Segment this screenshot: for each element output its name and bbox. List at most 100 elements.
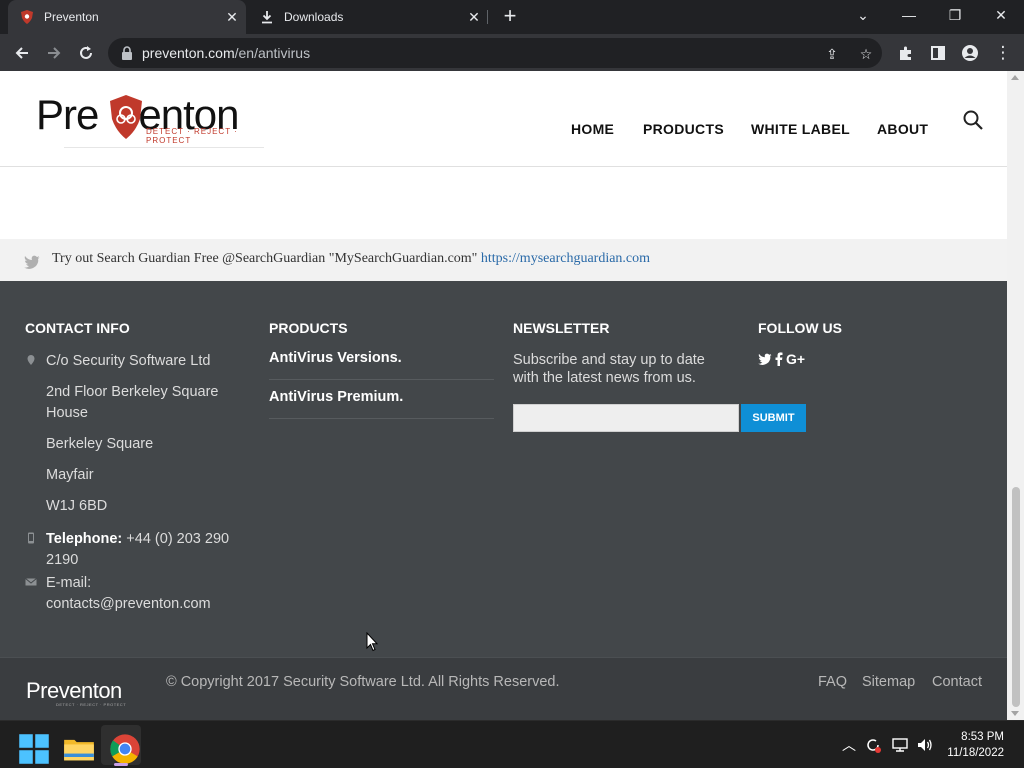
address-line-1: C/o Security Software Ltd xyxy=(46,353,211,369)
download-icon xyxy=(262,11,272,24)
restore-button[interactable]: ❐ xyxy=(932,0,978,30)
biohazard-shield-icon xyxy=(110,95,142,139)
reload-button[interactable] xyxy=(73,40,99,66)
extensions-icon[interactable] xyxy=(893,40,919,66)
scroll-down-arrow-icon[interactable] xyxy=(1011,711,1019,716)
back-arrow-icon xyxy=(15,47,28,59)
system-clock[interactable]: 8:53 PM 11/18/2022 xyxy=(947,729,1004,761)
tab-close-icon[interactable]: ✕ xyxy=(460,9,488,26)
footer-logo-tagline: DETECT · REJECT · PROTECT xyxy=(56,702,127,707)
address-line-2: 2nd Floor Berkeley Square House xyxy=(46,384,219,421)
nav-white-label[interactable]: WHITE LABEL xyxy=(751,121,850,137)
chrome-icon[interactable] xyxy=(109,733,141,765)
clock-date: 11/18/2022 xyxy=(947,747,1004,759)
footer-bottom-bar: Preventon DETECT · REJECT · PROTECT © Co… xyxy=(0,657,1007,720)
file-explorer-icon[interactable] xyxy=(63,733,95,765)
back-button[interactable] xyxy=(9,40,35,66)
tweet-link[interactable]: https://mysearchguardian.com xyxy=(481,251,650,266)
profile-icon[interactable] xyxy=(957,40,983,66)
twitter-icon[interactable] xyxy=(758,353,772,365)
contact-info-title: CONTACT INFO xyxy=(25,320,130,336)
product-divider xyxy=(269,418,494,419)
newsletter-submit-button[interactable]: SUBMIT xyxy=(741,404,806,432)
content-area xyxy=(0,167,1007,239)
newsletter-email-input[interactable] xyxy=(513,404,739,432)
chrome-active-indicator xyxy=(114,763,128,766)
side-panel-icon[interactable] xyxy=(925,40,951,66)
site-header: Pre enton DETECT · REJECT · PROTECT HOME … xyxy=(0,71,1007,167)
site-footer: CONTACT INFO C/o Security Software Ltd 2… xyxy=(0,281,1007,657)
minimize-button[interactable]: — xyxy=(886,0,932,30)
twitter-bird-icon xyxy=(24,255,40,269)
product-link-antivirus-versions[interactable]: AntiVirus Versions. xyxy=(269,350,402,366)
network-icon[interactable] xyxy=(891,736,909,754)
nav-products[interactable]: PRODUCTS xyxy=(643,121,724,137)
nav-home[interactable]: HOME xyxy=(571,121,614,137)
newsletter-title: NEWSLETTER xyxy=(513,320,610,336)
tab-preventon[interactable]: Preventon ✕ xyxy=(8,0,246,34)
puzzle-icon xyxy=(900,46,911,60)
product-link-antivirus-premium[interactable]: AntiVirus Premium. xyxy=(269,389,403,405)
twitter-feed-bar: Try out Search Guardian Free @SearchGuar… xyxy=(0,239,1007,281)
panel-icon xyxy=(931,46,945,60)
address-line-4: Mayfair xyxy=(46,467,94,483)
new-tab-button[interactable]: + xyxy=(498,4,522,28)
tab-divider xyxy=(487,10,488,24)
tab-close-icon[interactable]: ✕ xyxy=(218,9,246,26)
email-link[interactable]: contacts@preventon.com xyxy=(46,594,211,615)
logo-text-left: Pre xyxy=(36,91,99,138)
share-icon[interactable]: ⇪ xyxy=(822,44,842,64)
footer-link-contact[interactable]: Contact xyxy=(932,674,982,690)
telephone-label: Telephone: xyxy=(46,531,123,547)
tab-strip: Preventon ✕ Downloads ✕ + ⌄ — ❐ ✕ xyxy=(0,0,1024,34)
windows-start-icon[interactable] xyxy=(18,733,50,765)
volume-icon[interactable] xyxy=(916,736,934,754)
footer-logo[interactable]: Preventon DETECT · REJECT · PROTECT xyxy=(26,678,126,707)
address-line-3: Berkeley Square xyxy=(46,436,154,452)
email-label: E-mail: xyxy=(46,575,92,591)
envelope-icon xyxy=(25,578,37,586)
scrollbar-thumb[interactable] xyxy=(1012,487,1020,707)
preventon-logo[interactable]: Pre enton DETECT · REJECT · PROTECT xyxy=(36,91,266,151)
product-divider xyxy=(269,379,494,380)
tab-title: Preventon xyxy=(44,10,99,24)
logo-underline xyxy=(64,147,264,148)
logo-tagline: DETECT · REJECT · PROTECT xyxy=(146,127,238,145)
lock-icon[interactable] xyxy=(120,45,134,61)
tab-title: Downloads xyxy=(284,10,344,24)
bookmark-star-icon[interactable]: ☆ xyxy=(856,44,876,64)
forward-arrow-icon xyxy=(48,47,61,59)
facebook-icon[interactable] xyxy=(775,352,783,366)
windows-taskbar: ︿ 8:53 PM 11/18/2022 xyxy=(0,720,1024,768)
url-text: preventon.com/en/antivirus xyxy=(142,45,310,61)
follow-us-title: FOLLOW US xyxy=(758,320,842,336)
show-hidden-icons-chevron-icon[interactable]: ︿ xyxy=(840,735,858,755)
tab-search-icon[interactable]: ⌄ xyxy=(840,0,886,30)
forward-button[interactable] xyxy=(41,40,67,66)
scroll-up-arrow-icon[interactable] xyxy=(1011,75,1019,80)
tweet-body: Try out Search Guardian Free @SearchGuar… xyxy=(52,251,481,266)
page-viewport: Pre enton DETECT · REJECT · PROTECT HOME … xyxy=(0,71,1024,720)
url-path: /en/antivirus xyxy=(234,45,311,61)
tab-downloads[interactable]: Downloads ✕ xyxy=(248,0,488,34)
newsletter-text: Subscribe and stay up to date with the l… xyxy=(513,352,705,386)
reload-icon xyxy=(80,46,92,59)
search-icon[interactable] xyxy=(962,109,984,131)
address-bar[interactable]: preventon.com/en/antivirus ⇪ ☆ xyxy=(108,38,882,68)
url-host: preventon.com xyxy=(142,45,235,61)
nav-about[interactable]: ABOUT xyxy=(877,121,928,137)
avatar-icon xyxy=(962,45,978,61)
sync-icon[interactable] xyxy=(864,736,882,754)
telephone-line: Telephone: +44 (0) 203 290 2190 xyxy=(46,529,236,571)
footer-link-faq[interactable]: FAQ xyxy=(818,674,847,690)
footer-link-sitemap[interactable]: Sitemap xyxy=(862,674,915,690)
browser-toolbar: preventon.com/en/antivirus ⇪ ☆ ⋮ xyxy=(0,34,1024,71)
footer-logo-text: Preventon xyxy=(26,678,122,703)
google-plus-icon[interactable]: G+ xyxy=(786,351,805,367)
page-scrollbar[interactable] xyxy=(1007,71,1024,720)
map-marker-icon xyxy=(27,355,35,365)
clock-time: 8:53 PM xyxy=(961,731,1004,743)
tweet-text: Try out Search Guardian Free @SearchGuar… xyxy=(52,251,650,267)
menu-kebab-icon[interactable]: ⋮ xyxy=(990,40,1016,66)
close-window-button[interactable]: ✕ xyxy=(978,0,1024,30)
